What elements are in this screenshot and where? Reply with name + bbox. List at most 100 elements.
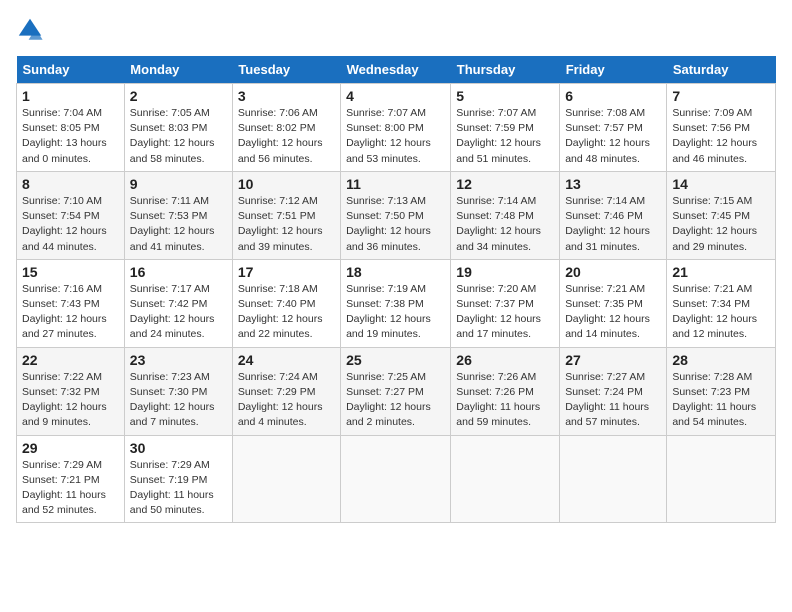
day-number: 9 [130, 176, 227, 192]
day-number: 25 [346, 352, 445, 368]
calendar-cell: 23Sunrise: 7:23 AM Sunset: 7:30 PM Dayli… [124, 347, 232, 435]
calendar-cell: 29 Sunrise: 7:29 AM Sunset: 7:21 PM Dayli… [17, 435, 125, 523]
calendar-cell: 22 Sunrise: 7:22 AM Sunset: 7:32 PM Dayli… [17, 347, 125, 435]
page-header [16, 16, 776, 44]
calendar-cell: 15Sunrise: 7:16 AM Sunset: 7:43 PM Dayli… [17, 259, 125, 347]
calendar-cell [667, 435, 776, 523]
day-info: Sunrise: 7:17 AM Sunset: 7:42 PM Dayligh… [130, 282, 227, 343]
day-number: 20 [565, 264, 661, 280]
calendar-cell: 28 Sunrise: 7:28 AM Sunset: 7:23 PM Dayli… [667, 347, 776, 435]
day-number: 30 [130, 440, 227, 456]
dow-header-monday: Monday [124, 56, 232, 84]
calendar-cell [560, 435, 667, 523]
calendar-cell: 11 Sunrise: 7:13 AM Sunset: 7:50 PM Dayli… [341, 171, 451, 259]
day-number: 14 [672, 176, 770, 192]
calendar-week-3: 15Sunrise: 7:16 AM Sunset: 7:43 PM Dayli… [17, 259, 776, 347]
calendar-cell: 21Sunrise: 7:21 AM Sunset: 7:34 PM Dayli… [667, 259, 776, 347]
dow-header-wednesday: Wednesday [341, 56, 451, 84]
calendar-cell: 30 Sunrise: 7:29 AM Sunset: 7:19 PM Dayli… [124, 435, 232, 523]
calendar-cell: 27 Sunrise: 7:27 AM Sunset: 7:24 PM Dayli… [560, 347, 667, 435]
calendar-cell: 24 Sunrise: 7:24 AM Sunset: 7:29 PM Dayli… [232, 347, 340, 435]
day-info: Sunrise: 7:22 AM Sunset: 7:32 PM Dayligh… [22, 370, 119, 431]
day-number: 17 [238, 264, 335, 280]
calendar-cell: 6 Sunrise: 7:08 AM Sunset: 7:57 PM Daylig… [560, 84, 667, 172]
calendar-cell: 7 Sunrise: 7:09 AM Sunset: 7:56 PM Daylig… [667, 84, 776, 172]
day-info: Sunrise: 7:05 AM Sunset: 8:03 PM Dayligh… [130, 106, 227, 167]
day-info: Sunrise: 7:12 AM Sunset: 7:51 PM Dayligh… [238, 194, 335, 255]
day-number: 6 [565, 88, 661, 104]
calendar-body: 1Sunrise: 7:04 AM Sunset: 8:05 PM Daylig… [17, 84, 776, 523]
day-number: 5 [456, 88, 554, 104]
day-number: 11 [346, 176, 445, 192]
calendar-cell: 20 Sunrise: 7:21 AM Sunset: 7:35 PM Dayli… [560, 259, 667, 347]
day-number: 7 [672, 88, 770, 104]
day-info: Sunrise: 7:26 AM Sunset: 7:26 PM Dayligh… [456, 370, 554, 431]
calendar-cell: 2 Sunrise: 7:05 AM Sunset: 8:03 PM Daylig… [124, 84, 232, 172]
day-info: Sunrise: 7:20 AM Sunset: 7:37 PM Dayligh… [456, 282, 554, 343]
day-info: Sunrise: 7:08 AM Sunset: 7:57 PM Dayligh… [565, 106, 661, 167]
day-info: Sunrise: 7:07 AM Sunset: 8:00 PM Dayligh… [346, 106, 445, 167]
day-number: 22 [22, 352, 119, 368]
day-number: 2 [130, 88, 227, 104]
day-number: 29 [22, 440, 119, 456]
day-info: Sunrise: 7:19 AM Sunset: 7:38 PM Dayligh… [346, 282, 445, 343]
day-info: Sunrise: 7:25 AM Sunset: 7:27 PM Dayligh… [346, 370, 445, 431]
calendar-cell: 13Sunrise: 7:14 AM Sunset: 7:46 PM Dayli… [560, 171, 667, 259]
day-number: 19 [456, 264, 554, 280]
day-number: 3 [238, 88, 335, 104]
day-info: Sunrise: 7:29 AM Sunset: 7:21 PM Dayligh… [22, 458, 119, 519]
day-number: 12 [456, 176, 554, 192]
day-info: Sunrise: 7:14 AM Sunset: 7:48 PM Dayligh… [456, 194, 554, 255]
calendar-cell: 5 Sunrise: 7:07 AM Sunset: 7:59 PM Daylig… [451, 84, 560, 172]
calendar-cell: 18 Sunrise: 7:19 AM Sunset: 7:38 PM Dayli… [341, 259, 451, 347]
day-info: Sunrise: 7:14 AM Sunset: 7:46 PM Dayligh… [565, 194, 661, 255]
day-of-week-row: SundayMondayTuesdayWednesdayThursdayFrid… [17, 56, 776, 84]
dow-header-sunday: Sunday [17, 56, 125, 84]
calendar-cell: 25 Sunrise: 7:25 AM Sunset: 7:27 PM Dayli… [341, 347, 451, 435]
day-info: Sunrise: 7:06 AM Sunset: 8:02 PM Dayligh… [238, 106, 335, 167]
dow-header-saturday: Saturday [667, 56, 776, 84]
calendar-cell: 4Sunrise: 7:07 AM Sunset: 8:00 PM Daylig… [341, 84, 451, 172]
day-info: Sunrise: 7:09 AM Sunset: 7:56 PM Dayligh… [672, 106, 770, 167]
day-info: Sunrise: 7:13 AM Sunset: 7:50 PM Dayligh… [346, 194, 445, 255]
day-info: Sunrise: 7:29 AM Sunset: 7:19 PM Dayligh… [130, 458, 227, 519]
calendar-cell: 16 Sunrise: 7:17 AM Sunset: 7:42 PM Dayli… [124, 259, 232, 347]
calendar-cell: 14Sunrise: 7:15 AM Sunset: 7:45 PM Dayli… [667, 171, 776, 259]
day-number: 21 [672, 264, 770, 280]
calendar-cell: 17Sunrise: 7:18 AM Sunset: 7:40 PM Dayli… [232, 259, 340, 347]
day-number: 16 [130, 264, 227, 280]
calendar-week-5: 29 Sunrise: 7:29 AM Sunset: 7:21 PM Dayli… [17, 435, 776, 523]
calendar-cell: 8Sunrise: 7:10 AM Sunset: 7:54 PM Daylig… [17, 171, 125, 259]
calendar-cell: 19 Sunrise: 7:20 AM Sunset: 7:37 PM Dayli… [451, 259, 560, 347]
calendar-week-1: 1Sunrise: 7:04 AM Sunset: 8:05 PM Daylig… [17, 84, 776, 172]
day-number: 15 [22, 264, 119, 280]
logo [16, 16, 48, 44]
day-info: Sunrise: 7:27 AM Sunset: 7:24 PM Dayligh… [565, 370, 661, 431]
day-number: 24 [238, 352, 335, 368]
calendar-cell: 1Sunrise: 7:04 AM Sunset: 8:05 PM Daylig… [17, 84, 125, 172]
day-number: 28 [672, 352, 770, 368]
day-number: 10 [238, 176, 335, 192]
day-number: 27 [565, 352, 661, 368]
day-info: Sunrise: 7:24 AM Sunset: 7:29 PM Dayligh… [238, 370, 335, 431]
dow-header-tuesday: Tuesday [232, 56, 340, 84]
calendar-week-4: 22 Sunrise: 7:22 AM Sunset: 7:32 PM Dayli… [17, 347, 776, 435]
calendar-week-2: 8Sunrise: 7:10 AM Sunset: 7:54 PM Daylig… [17, 171, 776, 259]
day-number: 8 [22, 176, 119, 192]
day-number: 26 [456, 352, 554, 368]
day-number: 18 [346, 264, 445, 280]
day-info: Sunrise: 7:21 AM Sunset: 7:35 PM Dayligh… [565, 282, 661, 343]
calendar-cell: 12 Sunrise: 7:14 AM Sunset: 7:48 PM Dayli… [451, 171, 560, 259]
day-info: Sunrise: 7:28 AM Sunset: 7:23 PM Dayligh… [672, 370, 770, 431]
calendar-cell: 3 Sunrise: 7:06 AM Sunset: 8:02 PM Daylig… [232, 84, 340, 172]
calendar-cell: 10 Sunrise: 7:12 AM Sunset: 7:51 PM Dayli… [232, 171, 340, 259]
calendar-cell: 9Sunrise: 7:11 AM Sunset: 7:53 PM Daylig… [124, 171, 232, 259]
calendar-cell [341, 435, 451, 523]
logo-icon [16, 16, 44, 44]
dow-header-friday: Friday [560, 56, 667, 84]
day-number: 1 [22, 88, 119, 104]
calendar-cell: 26 Sunrise: 7:26 AM Sunset: 7:26 PM Dayli… [451, 347, 560, 435]
day-info: Sunrise: 7:07 AM Sunset: 7:59 PM Dayligh… [456, 106, 554, 167]
day-number: 23 [130, 352, 227, 368]
calendar-table: SundayMondayTuesdayWednesdayThursdayFrid… [16, 56, 776, 523]
